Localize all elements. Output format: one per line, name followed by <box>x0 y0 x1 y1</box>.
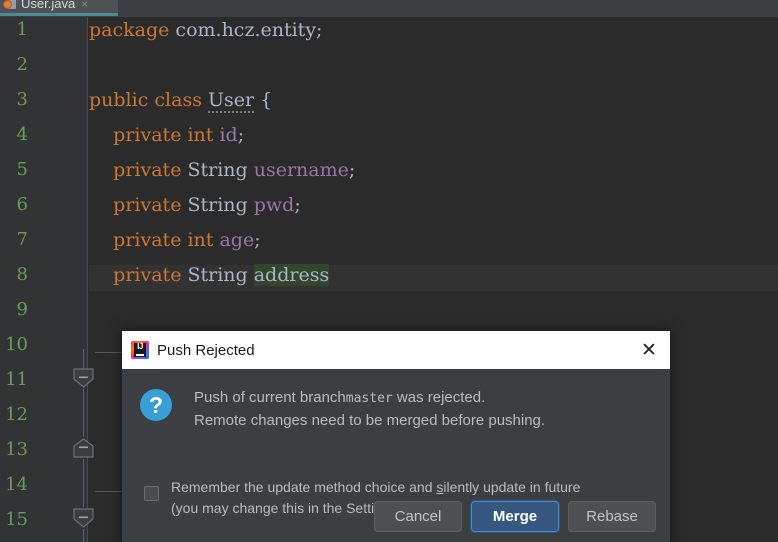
code-line[interactable]: private String pwd; <box>89 195 301 215</box>
code-token: ; <box>294 194 301 216</box>
code-token: String <box>181 264 254 286</box>
dialog-title-bar: IJ Push Rejected ✕ <box>122 331 670 369</box>
code-token: address <box>253 264 330 286</box>
branch-name: master <box>345 391 393 406</box>
line-number: 13 <box>5 439 28 460</box>
code-token: ; <box>348 159 356 181</box>
line-number: 7 <box>16 229 28 250</box>
remember-label-text-a: Remember the update method choice and <box>171 479 437 495</box>
fold-connector-line <box>83 459 84 507</box>
remember-label-text-b: ilently update in future <box>443 479 581 495</box>
editor-tab-label: User.java <box>21 0 76 11</box>
cancel-button[interactable]: Cancel <box>374 501 462 532</box>
code-token: pwd <box>253 194 295 216</box>
question-mark-icon: ? <box>140 389 172 421</box>
dialog-message-row: ? Push of current branchmaster was rejec… <box>140 387 545 432</box>
line-number: 11 <box>5 369 28 390</box>
code-token: class <box>154 89 202 111</box>
code-line[interactable]: private String address <box>89 264 330 286</box>
line-number: 3 <box>16 89 28 110</box>
code-token: private <box>113 264 182 286</box>
code-line[interactable]: public class User { <box>89 89 273 113</box>
line-number: 12 <box>5 404 28 425</box>
code-token: User <box>208 89 255 113</box>
merge-button[interactable]: Merge <box>471 501 559 532</box>
line-number: 9 <box>16 299 28 320</box>
line-number: 5 <box>16 159 28 180</box>
code-token: username <box>253 159 349 181</box>
dialog-body: ? Push of current branchmaster was rejec… <box>122 369 670 542</box>
code-token: ; <box>254 229 261 251</box>
dialog-message-text: Push of current branchmaster was rejecte… <box>194 387 545 432</box>
line-number: 2 <box>16 54 28 75</box>
intellij-idea-logo-icon: IJ <box>131 341 149 359</box>
code-token: private <box>113 124 182 146</box>
line-number: 10 <box>5 334 28 355</box>
fold-connector-line <box>83 529 84 542</box>
fold-connector-line <box>83 389 84 437</box>
message-suffix: was rejected. <box>392 389 486 406</box>
editor-tab-bar: User.java × <box>0 0 778 18</box>
close-icon[interactable]: × <box>81 0 88 10</box>
remember-label-line-1: Remember the update method choice and si… <box>171 477 580 498</box>
close-icon[interactable]: ✕ <box>638 339 660 361</box>
code-token: private <box>113 159 182 181</box>
code-line[interactable]: private int age; <box>89 229 261 251</box>
code-line[interactable]: package com.hcz.entity; <box>89 20 322 40</box>
dialog-button-row: Cancel Merge Rebase <box>374 501 656 532</box>
code-token: public <box>89 89 149 111</box>
code-token: id <box>219 124 238 146</box>
code-token: private <box>113 229 182 251</box>
line-number: 14 <box>5 474 28 495</box>
dialog-title: Push Rejected <box>157 341 255 359</box>
dialog-message-line-2: Remote changes need to be merged before … <box>194 412 546 429</box>
code-line[interactable]: private String username; <box>89 160 355 180</box>
message-prefix: Push of current branch <box>194 389 346 406</box>
rebase-button[interactable]: Rebase <box>568 501 656 532</box>
code-token: com.hcz.entity; <box>169 19 323 41</box>
code-token: age <box>219 229 255 251</box>
code-line[interactable]: private int id; <box>89 125 244 145</box>
code-token: ; <box>237 124 245 146</box>
code-token: { <box>254 89 273 111</box>
code-token: String <box>181 194 254 216</box>
line-number: 4 <box>16 124 28 145</box>
java-class-icon <box>3 0 17 10</box>
code-token: int <box>187 229 214 251</box>
line-number: 6 <box>16 194 28 215</box>
remember-choice-checkbox[interactable] <box>144 486 159 501</box>
editor-gutter[interactable]: 1 2 3 4 5 6 7 8 9 10 11 12 13 14 15 <box>0 17 135 542</box>
dialog-message-line-1: Push of current branchmaster was rejecte… <box>194 387 545 410</box>
line-number: 1 <box>16 19 28 40</box>
code-token: String <box>181 159 254 181</box>
push-rejected-dialog[interactable]: IJ Push Rejected ✕ ? Push of current bra… <box>122 331 670 542</box>
code-token: int <box>187 124 214 146</box>
line-number: 8 <box>16 264 28 285</box>
ide-window: User.java × 1 2 3 4 5 6 7 8 9 10 11 12 13 14 15 packag… <box>0 0 778 542</box>
code-token: package <box>89 19 170 41</box>
code-token: private <box>113 194 182 216</box>
line-number: 15 <box>5 509 28 530</box>
editor-tab-user-java[interactable]: User.java × <box>0 0 118 16</box>
